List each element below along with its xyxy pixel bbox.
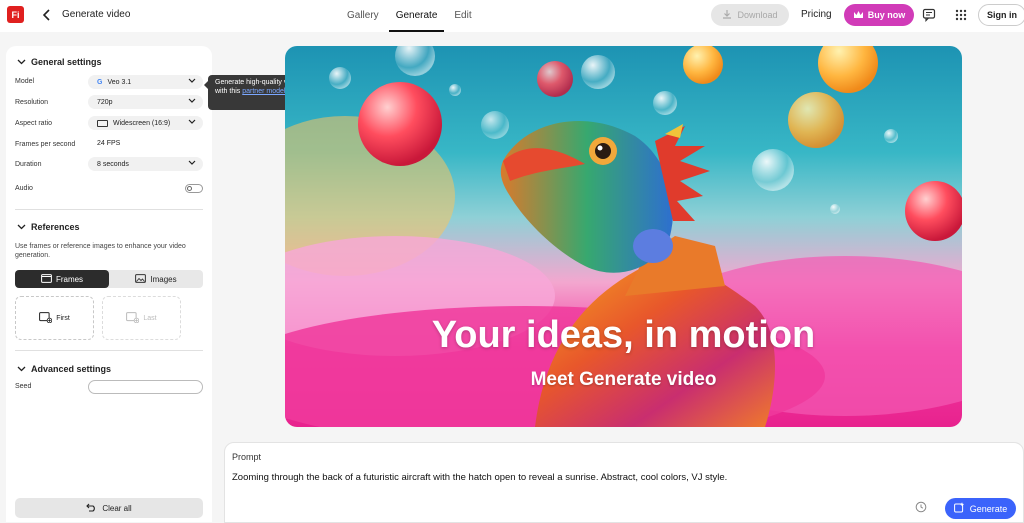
toggle-knob <box>187 186 192 191</box>
prompt-box[interactable]: Prompt Zooming through the back of a fut… <box>224 442 1024 523</box>
references-title: References <box>31 222 80 232</box>
resolution-dropdown[interactable]: 720p <box>88 95 203 109</box>
last-frame-upload[interactable]: Last <box>102 296 181 340</box>
frames-icon <box>41 273 52 285</box>
download-label: Download <box>737 10 778 20</box>
buy-now-label: Buy now <box>867 10 906 20</box>
chevron-down-icon <box>17 57 26 67</box>
fps-value: 24 FPS <box>97 140 121 147</box>
add-image-icon <box>126 311 140 325</box>
pricing-link[interactable]: Pricing <box>801 9 832 20</box>
main-nav: Gallery Generate Edit <box>340 0 482 32</box>
top-bar: Fi Generate video Gallery Generate Edit … <box>0 0 1024 32</box>
general-settings-title: General settings <box>31 57 102 67</box>
apps-grid-icon[interactable] <box>955 9 967 24</box>
chevron-down-icon <box>188 78 196 86</box>
aspect-ratio-label: Aspect ratio <box>15 120 52 127</box>
generate-button[interactable]: Generate <box>945 498 1016 519</box>
chevron-down-icon <box>188 160 196 168</box>
images-icon <box>135 273 147 285</box>
duration-label: Duration <box>15 161 42 168</box>
audio-label: Audio <box>15 185 33 192</box>
divider <box>15 350 203 351</box>
prompt-label: Prompt <box>232 452 262 462</box>
resolution-value: 720p <box>97 98 113 106</box>
download-button[interactable]: Download <box>711 4 789 26</box>
google-icon: G <box>97 78 103 86</box>
tab-gallery[interactable]: Gallery <box>340 0 386 32</box>
images-tab[interactable]: Images <box>109 270 203 288</box>
general-settings-header[interactable]: General settings <box>17 57 102 67</box>
generate-icon <box>953 502 965 515</box>
model-value: Veo 3.1 <box>107 78 132 86</box>
advanced-settings-header[interactable]: Advanced settings <box>17 364 111 374</box>
firefly-logo[interactable]: Fi <box>7 6 24 23</box>
frames-label: Frames <box>55 274 84 284</box>
hero-title: Your ideas, in motion <box>431 314 816 356</box>
undo-icon <box>86 503 97 514</box>
history-icon[interactable] <box>915 501 927 516</box>
resolution-label: Resolution <box>15 99 49 106</box>
generate-label: Generate <box>969 503 1008 514</box>
chevron-down-icon <box>188 119 196 127</box>
chevron-down-icon <box>17 364 26 374</box>
chevron-down-icon <box>188 98 196 106</box>
widescreen-icon <box>97 119 108 127</box>
references-segmented-control: Frames Images <box>15 270 203 288</box>
advanced-settings-title: Advanced settings <box>31 364 112 374</box>
first-frame-label: First <box>56 314 70 322</box>
seed-label: Seed <box>15 383 32 390</box>
hero-banner: Your ideas, in motion Meet Generate vide… <box>285 46 962 427</box>
page-title: Generate video <box>62 9 131 20</box>
seed-input[interactable] <box>88 380 203 394</box>
back-arrow-icon[interactable] <box>40 7 54 23</box>
partner-model-link[interactable]: partner model <box>242 88 285 95</box>
duration-value: 8 seconds <box>97 160 129 168</box>
chat-icon[interactable] <box>922 8 936 25</box>
tab-edit[interactable]: Edit <box>447 0 478 32</box>
add-image-icon <box>39 311 53 325</box>
tab-generate[interactable]: Generate <box>388 0 445 32</box>
aspect-ratio-dropdown[interactable]: Widescreen (16:9) <box>88 116 203 130</box>
model-dropdown[interactable]: G Veo 3.1 <box>88 75 203 89</box>
aspect-ratio-value: Widescreen (16:9) <box>113 119 171 127</box>
crown-icon <box>853 10 864 21</box>
download-icon <box>722 9 732 21</box>
references-header[interactable]: References <box>17 222 80 232</box>
clear-all-button[interactable]: Clear all <box>15 498 203 518</box>
buy-now-button[interactable]: Buy now <box>844 4 914 26</box>
chevron-down-icon <box>17 222 26 232</box>
divider <box>15 209 203 210</box>
frames-tab[interactable]: Frames <box>15 270 109 288</box>
images-label: Images <box>150 274 177 284</box>
sign-in-button[interactable]: Sign in <box>978 4 1024 26</box>
clear-all-label: Clear all <box>102 503 132 513</box>
model-label: Model <box>15 78 35 85</box>
first-frame-upload[interactable]: First <box>15 296 94 340</box>
settings-panel: General settings Model G Veo 3.1 Resolut… <box>6 46 212 522</box>
audio-toggle[interactable] <box>185 184 203 193</box>
references-hint: Use frames or reference images to enhanc… <box>15 243 186 259</box>
fps-label: Frames per second <box>15 141 76 148</box>
prompt-text[interactable]: Zooming through the back of a futuristic… <box>232 472 727 483</box>
last-frame-label: Last <box>143 314 157 322</box>
duration-dropdown[interactable]: 8 seconds <box>88 157 203 171</box>
hero-subtitle: Meet Generate video <box>530 369 717 390</box>
